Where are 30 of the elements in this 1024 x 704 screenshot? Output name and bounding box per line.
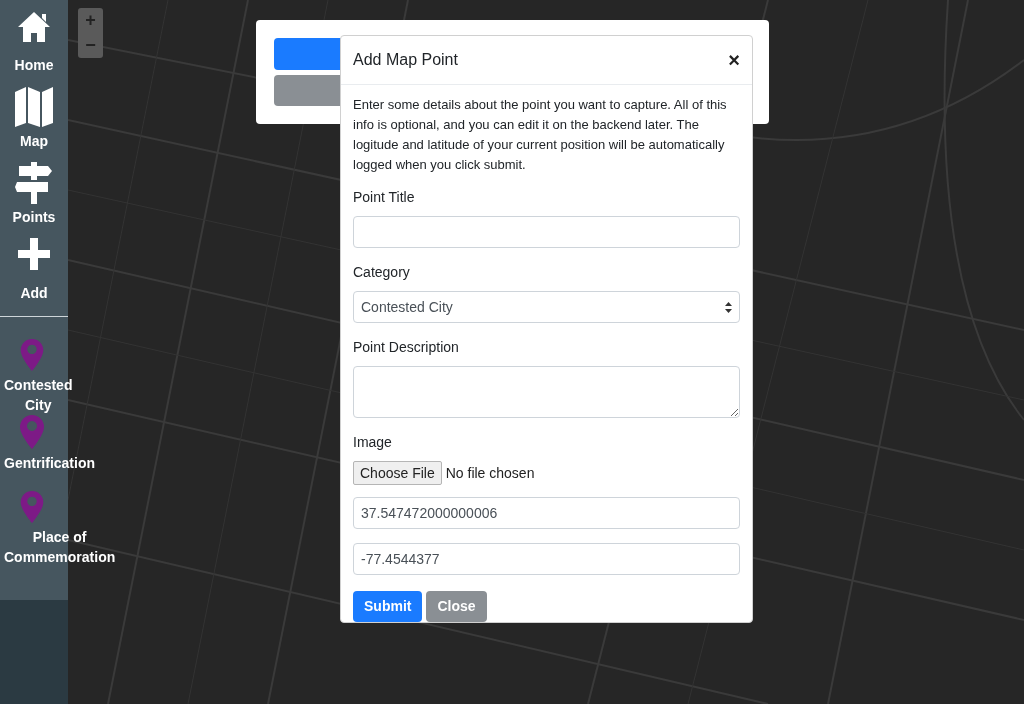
plus-icon <box>18 238 50 270</box>
input-field[interactable]: -77.4544377 <box>353 543 740 575</box>
field-label: Image <box>353 433 393 452</box>
folded-map-icon <box>14 86 54 128</box>
category-item[interactable]: Gentrification <box>4 415 95 491</box>
input-field[interactable] <box>353 216 740 248</box>
map-pin-icon <box>20 415 44 449</box>
sidebar-item[interactable]: Add <box>18 238 50 314</box>
choose-file-button[interactable]: Choose File <box>353 461 442 485</box>
file-status: No file chosen <box>445 463 535 483</box>
field-label: Point Title <box>353 188 416 207</box>
sidebar-item[interactable]: Points <box>12 162 56 238</box>
sidebar-item[interactable]: Home <box>14 10 54 86</box>
modal-description: Enter some details about the point you want to capture. All of this info is optional, and you can edit it on the backend later. The logitude and latitude of your current position will be automatically logged when you click submit. <box>353 96 728 174</box>
signpost-icon <box>15 162 53 204</box>
field-label: Point Description <box>353 338 460 357</box>
select-field[interactable]: Contested City <box>353 291 740 323</box>
category-item[interactable]: Place of Commemoration <box>4 491 116 567</box>
sidebar-item[interactable]: Map <box>14 86 54 162</box>
close-button[interactable]: × <box>728 50 740 70</box>
field-label: Category <box>353 263 411 282</box>
textarea-field[interactable] <box>353 366 740 418</box>
modal-title: Add Map Point <box>353 50 458 70</box>
home-icon <box>16 10 52 44</box>
map-pin-icon <box>20 491 44 523</box>
submit-button[interactable]: Submit <box>353 591 423 622</box>
map-pin-icon <box>20 339 44 371</box>
category-item[interactable]: Contested City <box>4 339 73 415</box>
select-arrows-icon <box>725 301 732 313</box>
input-field[interactable]: 37.547472000000006 <box>353 497 740 529</box>
